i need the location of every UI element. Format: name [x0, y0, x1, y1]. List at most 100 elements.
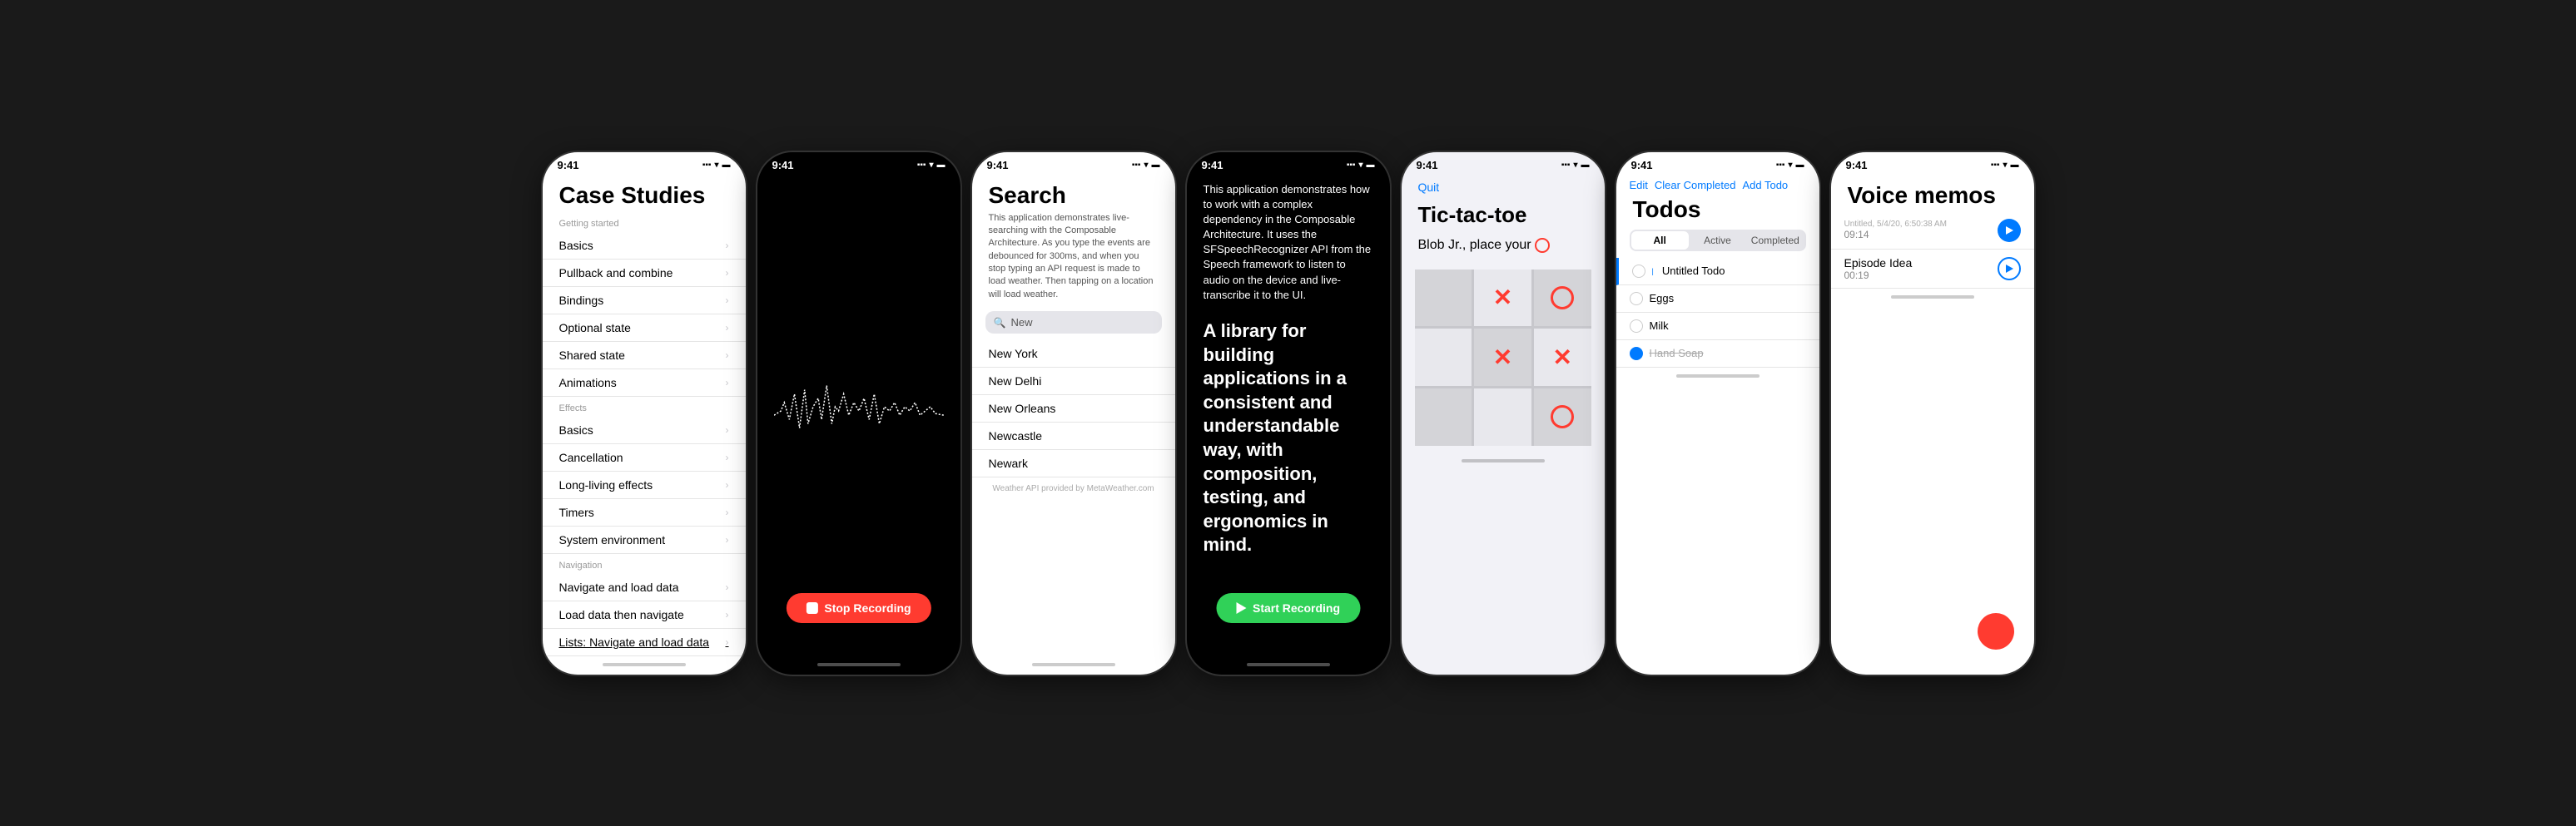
time-2: 9:41 — [772, 159, 794, 171]
battery-icon-5: ▬ — [1581, 161, 1590, 170]
cursor-indicator: | — [1652, 267, 1654, 275]
list-item-navigate-load[interactable]: Navigate and load data› — [543, 574, 746, 601]
battery-icon-4: ▬ — [1367, 161, 1375, 170]
result-newark[interactable]: Newark — [972, 450, 1175, 477]
signal-icons-3: ▪▪▪ ▾ ▬ — [1132, 161, 1160, 170]
record-button[interactable] — [1978, 613, 2014, 650]
memo-duration-1: 00:19 — [1844, 270, 1998, 281]
clear-completed-button[interactable]: Clear Completed — [1655, 179, 1736, 191]
memo-play-0[interactable] — [1998, 219, 2021, 242]
home-indicator-4 — [1247, 663, 1330, 666]
todo-item-1[interactable]: Eggs — [1616, 285, 1819, 313]
cell-1-2[interactable]: ✕ — [1534, 329, 1591, 386]
list-item-basics2[interactable]: Basics› — [543, 417, 746, 444]
list-item-cancellation[interactable]: Cancellation› — [543, 444, 746, 472]
signal-icons-4: ▪▪▪ ▾ ▬ — [1347, 161, 1375, 170]
cell-1-1[interactable]: ✕ — [1474, 329, 1531, 386]
ttt-grid[interactable]: ✕ ✕ ✕ — [1415, 270, 1591, 446]
phone-search: 9:41 ▪▪▪ ▾ ▬ Search This application dem… — [970, 151, 1177, 676]
stop-recording-button[interactable]: Stop Recording — [786, 593, 931, 623]
result-newcastle[interactable]: Newcastle — [972, 423, 1175, 450]
speech-quote: A library for building applications in a… — [1187, 309, 1390, 567]
todo-item-3[interactable]: Hand Soap — [1616, 340, 1819, 368]
signal-icons-1: ▪▪▪ ▾ ▬ — [702, 161, 731, 170]
screen-container: 9:41 ▪▪▪ ▾ ▬ Case Studies Getting starte… — [541, 151, 2036, 676]
tab-active[interactable]: Active — [1689, 231, 1746, 250]
cell-2-2[interactable] — [1534, 388, 1591, 446]
list-item-load-navigate[interactable]: Load data then navigate› — [543, 601, 746, 629]
wifi-icon-6: ▾ — [1788, 161, 1792, 170]
section-getting-started: Getting started — [543, 212, 746, 232]
cell-0-2[interactable] — [1534, 270, 1591, 327]
cell-1-0[interactable] — [1415, 329, 1472, 386]
play-icon — [1236, 602, 1246, 614]
signal-icon-6: ▪▪▪ — [1776, 161, 1785, 170]
home-indicator-6 — [1676, 374, 1760, 378]
list-item-animations[interactable]: Animations› — [543, 369, 746, 397]
list-item-long-living[interactable]: Long-living effects› — [543, 472, 746, 499]
todos-actions: Edit Clear Completed Add Todo — [1630, 179, 1789, 191]
case-studies-content: Case Studies Getting started Basics› Pul… — [543, 176, 746, 656]
result-new-orleans[interactable]: New Orleans — [972, 395, 1175, 423]
memo-item-1[interactable]: Episode Idea 00:19 — [1831, 250, 2034, 289]
cell-0-1[interactable]: ✕ — [1474, 270, 1531, 327]
result-new-delhi[interactable]: New Delhi — [972, 368, 1175, 395]
todo-text-2: Milk — [1650, 319, 1669, 332]
memo-play-1[interactable] — [1998, 257, 2021, 280]
search-icon: 🔍 — [994, 317, 1006, 329]
edit-button[interactable]: Edit — [1630, 179, 1648, 191]
battery-icon-3: ▬ — [1152, 161, 1160, 170]
result-new-york[interactable]: New York — [972, 340, 1175, 368]
search-bar[interactable]: 🔍 New — [985, 311, 1162, 334]
tab-completed[interactable]: Completed — [1746, 231, 1804, 250]
stop-label: Stop Recording — [824, 601, 911, 615]
add-todo-button[interactable]: Add Todo — [1742, 179, 1788, 191]
status-bar-5: 9:41 ▪▪▪ ▾ ▬ — [1402, 152, 1605, 176]
tab-all[interactable]: All — [1631, 231, 1689, 250]
phone-speech: 9:41 ▪▪▪ ▾ ▬ This application demonstrat… — [1185, 151, 1392, 676]
wifi-icon-5: ▾ — [1573, 161, 1577, 170]
list-item-system-env[interactable]: System environment› — [543, 527, 746, 554]
list-item-pullback[interactable]: Pullback and combine› — [543, 260, 746, 287]
quit-button[interactable]: Quit — [1402, 176, 1605, 199]
player-turn: Blob Jr., place your — [1402, 235, 1605, 263]
list-item-optional-state[interactable]: Optional state› — [543, 314, 746, 342]
list-item-lists-navigate[interactable]: Lists: Navigate and load data› — [543, 629, 746, 656]
cell-2-0[interactable] — [1415, 388, 1472, 446]
battery-icon-6: ▬ — [1796, 161, 1804, 170]
memo-item-0[interactable]: Untitled, 5/4/20, 6:50:38 AM 09:14 — [1831, 212, 2034, 250]
status-bar-6: 9:41 ▪▪▪ ▾ ▬ — [1616, 152, 1819, 176]
home-indicator-5 — [1462, 459, 1545, 462]
status-bar-2: 9:41 ▪▪▪ ▾ ▬ — [757, 152, 960, 176]
list-item-basics1[interactable]: Basics› — [543, 232, 746, 260]
wifi-icon-3: ▾ — [1144, 161, 1148, 170]
search-content: Search This application demonstrates liv… — [972, 176, 1175, 656]
wifi-icon-7: ▾ — [2003, 161, 2007, 170]
signal-icons-7: ▪▪▪ ▾ ▬ — [1991, 161, 2019, 170]
x-mark-1-1: ✕ — [1493, 344, 1512, 371]
memo-name-1: Episode Idea — [1844, 256, 1998, 270]
voice-memos-title: Voice memos — [1831, 176, 2034, 212]
list-item-bindings[interactable]: Bindings› — [543, 287, 746, 314]
checkbox-3[interactable] — [1630, 347, 1643, 360]
case-studies-title: Case Studies — [543, 176, 746, 212]
game-title: Tic-tac-toe — [1402, 199, 1605, 235]
checkbox-1[interactable] — [1630, 292, 1643, 305]
list-item-timers[interactable]: Timers› — [543, 499, 746, 527]
start-recording-button[interactable]: Start Recording — [1216, 593, 1360, 623]
time-4: 9:41 — [1202, 159, 1223, 171]
x-mark: ✕ — [1493, 284, 1512, 311]
battery-icon-2: ▬ — [937, 161, 946, 170]
list-item-shared-state[interactable]: Shared state› — [543, 342, 746, 369]
todos-title: Todos — [1616, 195, 1819, 230]
search-input-value[interactable]: New — [1010, 316, 1032, 329]
cell-0-0[interactable] — [1415, 270, 1472, 327]
cell-2-1[interactable] — [1474, 388, 1531, 446]
wifi-icon-4: ▾ — [1358, 161, 1362, 170]
checkbox-0[interactable] — [1632, 265, 1645, 278]
memo-info-1: Episode Idea 00:19 — [1844, 256, 1998, 281]
time-5: 9:41 — [1417, 159, 1438, 171]
checkbox-2[interactable] — [1630, 319, 1643, 333]
todo-item-0[interactable]: | Untitled Todo — [1616, 258, 1819, 285]
todo-item-2[interactable]: Milk — [1616, 313, 1819, 340]
